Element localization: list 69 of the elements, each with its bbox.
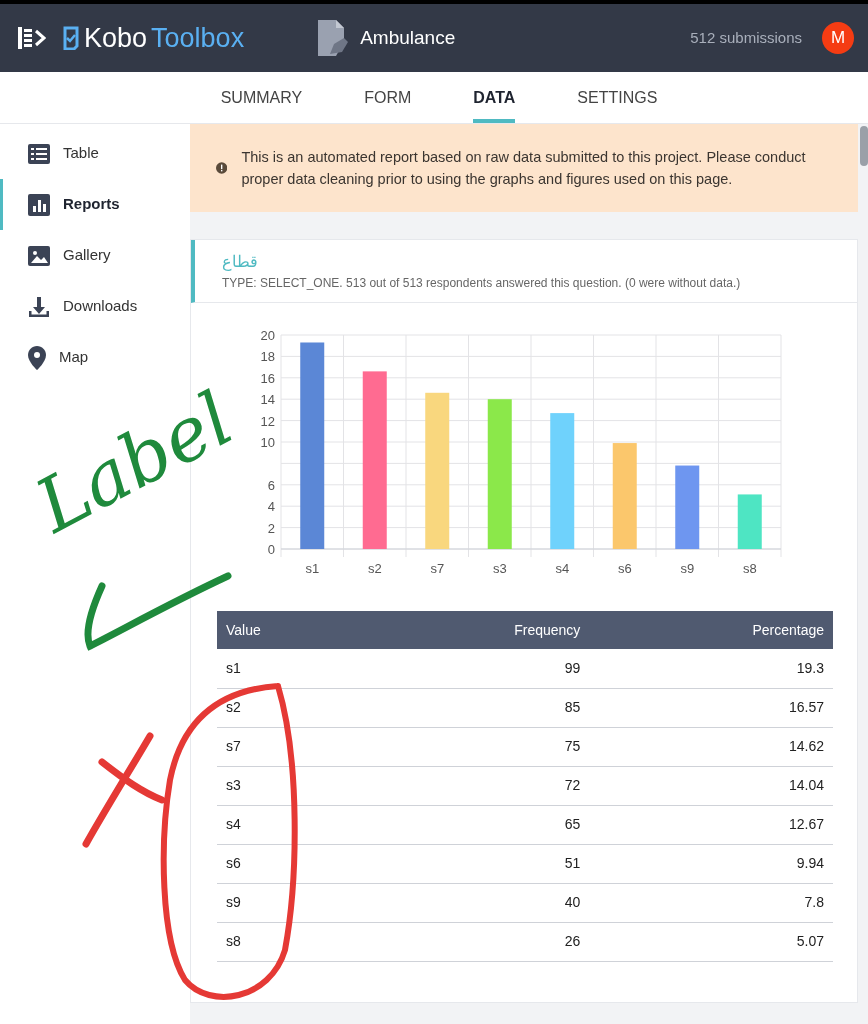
map-pin-icon [28, 345, 46, 370]
column-header: Percentage [589, 611, 833, 649]
table-cell: s9 [217, 883, 361, 922]
table-cell: 40 [360, 883, 590, 922]
table-cell: 65 [360, 805, 590, 844]
download-icon [28, 295, 50, 318]
bar-chart-icon [28, 193, 50, 216]
y-tick-label: 18 [260, 349, 275, 365]
table-cell: 19.3 [589, 649, 833, 688]
logo[interactable]: KoboToolbox [62, 17, 245, 59]
table-cell: 51 [360, 844, 590, 883]
menu-toggle-icon[interactable] [18, 25, 46, 51]
notice-text: This is an automated report based on raw data submitted to this project. Please conduct proper data cleaning prior to using the graphs and figures used on this page. [241, 148, 807, 189]
y-tick-label: 20 [260, 328, 275, 343]
table-cell: s3 [217, 766, 361, 805]
table-cell: s1 [217, 649, 361, 688]
y-tick-label: 6 [267, 477, 275, 493]
table-cell: 5.07 [589, 922, 833, 961]
x-tick-label: s9 [680, 561, 695, 576]
table-cell: s7 [217, 727, 361, 766]
table-cell: 9.94 [589, 844, 833, 883]
y-tick-label: 14 [260, 392, 275, 408]
table-cell: 72 [360, 766, 590, 805]
table-cell: 99 [360, 649, 590, 688]
x-tick-label: s4 [555, 561, 570, 576]
table-icon [28, 143, 50, 164]
table-cell: 14.62 [589, 727, 833, 766]
sidebar-item[interactable]: Table [0, 128, 190, 179]
table-cell: 14.04 [589, 766, 833, 805]
user-avatar[interactable]: M [822, 22, 854, 54]
x-tick-label: s6 [617, 561, 632, 576]
table-cell: 7.8 [589, 883, 833, 922]
x-tick-label: s1 [305, 561, 320, 576]
table-cell: 75 [360, 727, 590, 766]
column-header: Frequency [360, 611, 590, 649]
sidebar-item[interactable]: Downloads [0, 281, 190, 332]
table-cell: s8 [217, 922, 361, 961]
question-title: قطاع [222, 252, 259, 273]
table-cell: s2 [217, 688, 361, 727]
image-icon [28, 245, 50, 266]
table-cell: 85 [360, 688, 590, 727]
nav-tab[interactable]: FORM [364, 72, 412, 123]
x-tick-label: s8 [742, 561, 757, 576]
y-tick-label: 4 [267, 499, 275, 515]
submission-count: 512 submissions [690, 27, 802, 48]
table-cell: 12.67 [589, 805, 833, 844]
y-tick-label: 10 [260, 435, 275, 450]
column-header: Value [217, 611, 361, 649]
table-cell: 26 [360, 922, 590, 961]
sidebar-item[interactable]: Map [0, 332, 190, 383]
question-meta: TYPE: SELECT_ONE. 513 out of 513 respondents answered this question. (0 were without data.) [222, 275, 742, 292]
x-tick-label: s7 [430, 561, 445, 576]
nav-tab[interactable]: SUMMARY [220, 72, 303, 123]
nav-tab[interactable]: SETTINGS [577, 72, 658, 123]
scrollbar-thumb[interactable] [860, 126, 868, 166]
y-tick-label: 12 [260, 413, 275, 429]
table-cell: 16.57 [589, 688, 833, 727]
table-cell: s4 [217, 805, 361, 844]
x-tick-label: s3 [492, 561, 507, 576]
y-tick-label: 0 [267, 542, 275, 557]
y-tick-label: 16 [260, 370, 275, 386]
project-title: Ambulance [360, 25, 456, 50]
form-icon [316, 20, 349, 56]
table-cell: s6 [217, 844, 361, 883]
logo-icon [62, 26, 80, 50]
x-tick-label: s2 [367, 561, 382, 576]
y-tick-label: 2 [267, 520, 275, 536]
chart-bar [737, 494, 762, 549]
sidebar-item[interactable]: Gallery [0, 230, 190, 281]
